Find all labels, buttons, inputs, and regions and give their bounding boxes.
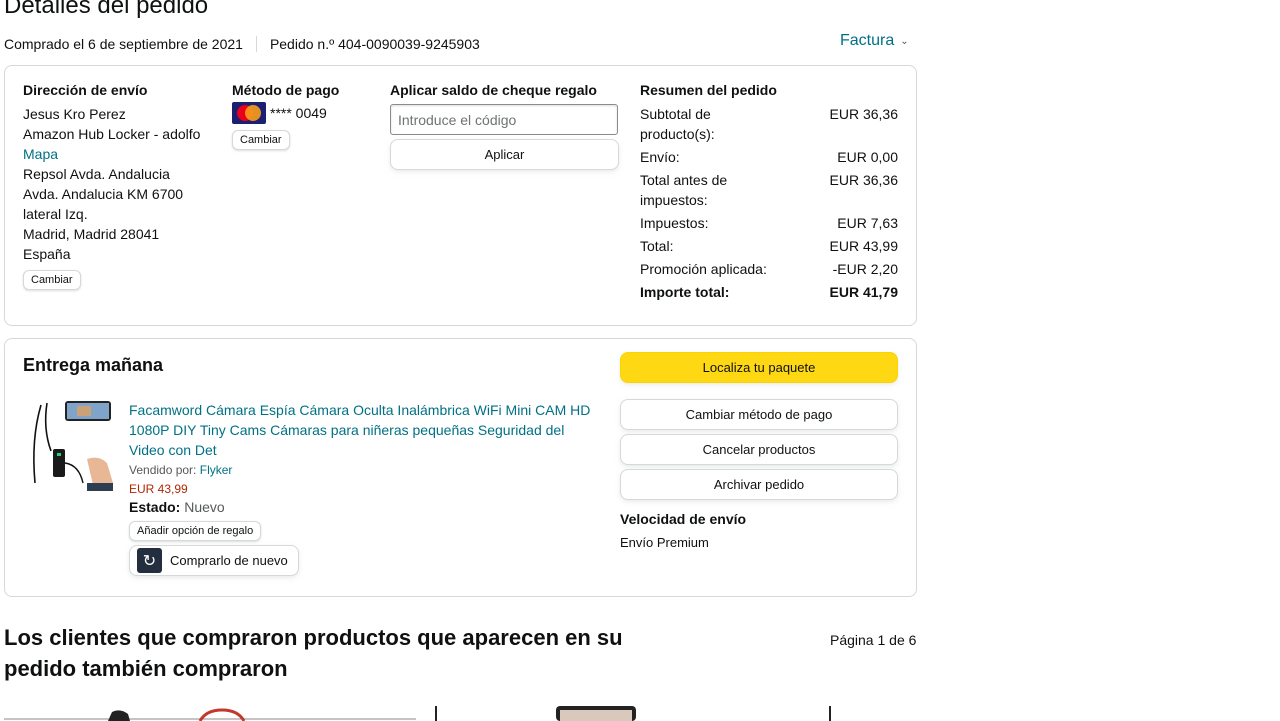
summary-value: EUR 36,36 (829, 106, 898, 122)
order-info-box: Dirección de envío Jesus Kro Perez Amazo… (4, 65, 917, 326)
apply-gift-button[interactable]: Aplicar (390, 139, 619, 170)
summary-value: EUR 36,36 (829, 172, 898, 188)
grand-total-row: Importe total: EUR 41,79 (640, 282, 898, 302)
shipping-speed-value: Envío Premium (620, 535, 709, 550)
address-country: España (23, 246, 71, 262)
page-title: Detalles del pedido (4, 0, 209, 19)
summary-row: Promoción aplicada: -EUR 2,20 (640, 259, 898, 279)
card-mask: **** 0049 (270, 105, 327, 121)
delivery-box: Entrega mañana Facamword Cámara Espía Cá… (4, 338, 917, 597)
summary-label: Subtotal de producto(s): (640, 106, 715, 142)
product-condition: Estado: Nuevo (129, 499, 599, 515)
shipping-heading: Dirección de envío (23, 82, 148, 98)
chevron-down-icon: ⌄ (900, 35, 909, 47)
sold-by-label: Vendido por: (129, 463, 197, 477)
condition-value: Nuevo (184, 499, 225, 515)
purchase-date: Comprado el 6 de septiembre de 2021 (4, 36, 243, 52)
gift-card-section: Aplicar saldo de cheque regalo Aplicar (390, 82, 620, 170)
shipping-speed-heading: Velocidad de envío (620, 511, 747, 527)
sold-by: Vendido por: Flyker (129, 463, 599, 477)
summary-row: Envío: EUR 0,00 (640, 147, 898, 167)
add-gift-option-button[interactable]: Añadir opción de regalo (129, 521, 262, 541)
invoice-dropdown[interactable]: Factura ⌄ (840, 32, 909, 50)
buy-again-button[interactable]: ↻ Comprarlo de nuevo (129, 545, 299, 576)
summary-value: EUR 0,00 (837, 149, 898, 165)
change-address-button[interactable]: Cambiar (23, 270, 81, 290)
summary-value: EUR 7,63 (837, 215, 898, 231)
product-title-link[interactable]: Facamword Cámara Espía Cámara Oculta Ina… (129, 400, 599, 460)
card-row: **** 0049 (232, 102, 372, 124)
summary-value: -EUR 2,20 (832, 261, 898, 277)
summary-label: Total antes de impuestos: (640, 172, 728, 208)
shipping-name: Jesus Kro Perez (23, 106, 126, 122)
change-payment-button[interactable]: Cambiar (232, 130, 290, 150)
divider (255, 36, 257, 52)
grand-total-label: Importe total: (640, 284, 730, 300)
track-package-button[interactable]: Localiza tu paquete (620, 352, 898, 383)
summary-row: Total: EUR 43,99 (640, 236, 898, 256)
product-image[interactable] (27, 399, 115, 491)
product-thumbnail (108, 710, 130, 721)
condition-label: Estado: (129, 499, 181, 515)
summary-heading: Resumen del pedido (640, 82, 777, 98)
order-number: Pedido n.º 404-0090039-9245903 (269, 36, 480, 52)
summary-row: Subtotal de producto(s): EUR 36,36 (640, 104, 898, 144)
summary-label: Envío: (640, 149, 680, 165)
shipping-locker: Amazon Hub Locker - adolfo (23, 126, 201, 142)
payment-method: Método de pago **** 0049 Cambiar (232, 82, 372, 150)
order-summary: Resumen del pedido Subtotal de producto(… (640, 82, 898, 305)
summary-row: Impuestos: EUR 7,63 (640, 213, 898, 233)
payment-heading: Método de pago (232, 82, 340, 98)
recommendations-carousel (4, 706, 831, 721)
summary-row: Total antes de impuestos: EUR 36,36 (640, 170, 898, 210)
grand-total-value: EUR 41,79 (829, 284, 898, 300)
order-meta: Comprado el 6 de septiembre de 2021 Pedi… (4, 36, 480, 52)
pagination: Página 1 de 6 (830, 632, 917, 648)
address-city: Madrid, Madrid 28041 (23, 226, 160, 242)
reorder-icon: ↻ (137, 548, 162, 573)
product-price: EUR 43,99 (129, 482, 188, 496)
buy-again-label: Comprarlo de nuevo (170, 553, 288, 568)
gift-card-heading: Aplicar saldo de cheque regalo (390, 82, 597, 98)
invoice-label: Factura (840, 32, 895, 49)
recommendations-title: Los clientes que compraron productos que… (4, 625, 623, 681)
address-line-3: lateral Izq. (23, 206, 88, 222)
shipping-address: Dirección de envío Jesus Kro Perez Amazo… (23, 82, 223, 290)
gift-code-input[interactable] (390, 104, 618, 135)
summary-value: EUR 43,99 (829, 238, 898, 254)
summary-label: Promoción aplicada: (640, 261, 767, 277)
mastercard-icon (232, 102, 266, 124)
summary-label: Impuestos: (640, 215, 709, 231)
seller-link[interactable]: Flyker (200, 463, 233, 477)
address-line-1: Repsol Avda. Andalucia (23, 166, 170, 182)
address-line-2: Avda. Andalucia KM 6700 (23, 186, 184, 202)
delivery-title: Entrega mañana (23, 355, 164, 375)
order-actions: Localiza tu paquete Cambiar método de pa… (620, 352, 899, 550)
map-link[interactable]: Mapa (23, 144, 223, 164)
archive-order-button[interactable]: Archivar pedido (620, 469, 898, 500)
change-payment-method-button[interactable]: Cambiar método de pago (620, 399, 898, 430)
summary-label: Total: (640, 238, 674, 254)
cancel-items-button[interactable]: Cancelar productos (620, 434, 898, 465)
product-info: Facamword Cámara Espía Cámara Oculta Ina… (129, 400, 599, 576)
